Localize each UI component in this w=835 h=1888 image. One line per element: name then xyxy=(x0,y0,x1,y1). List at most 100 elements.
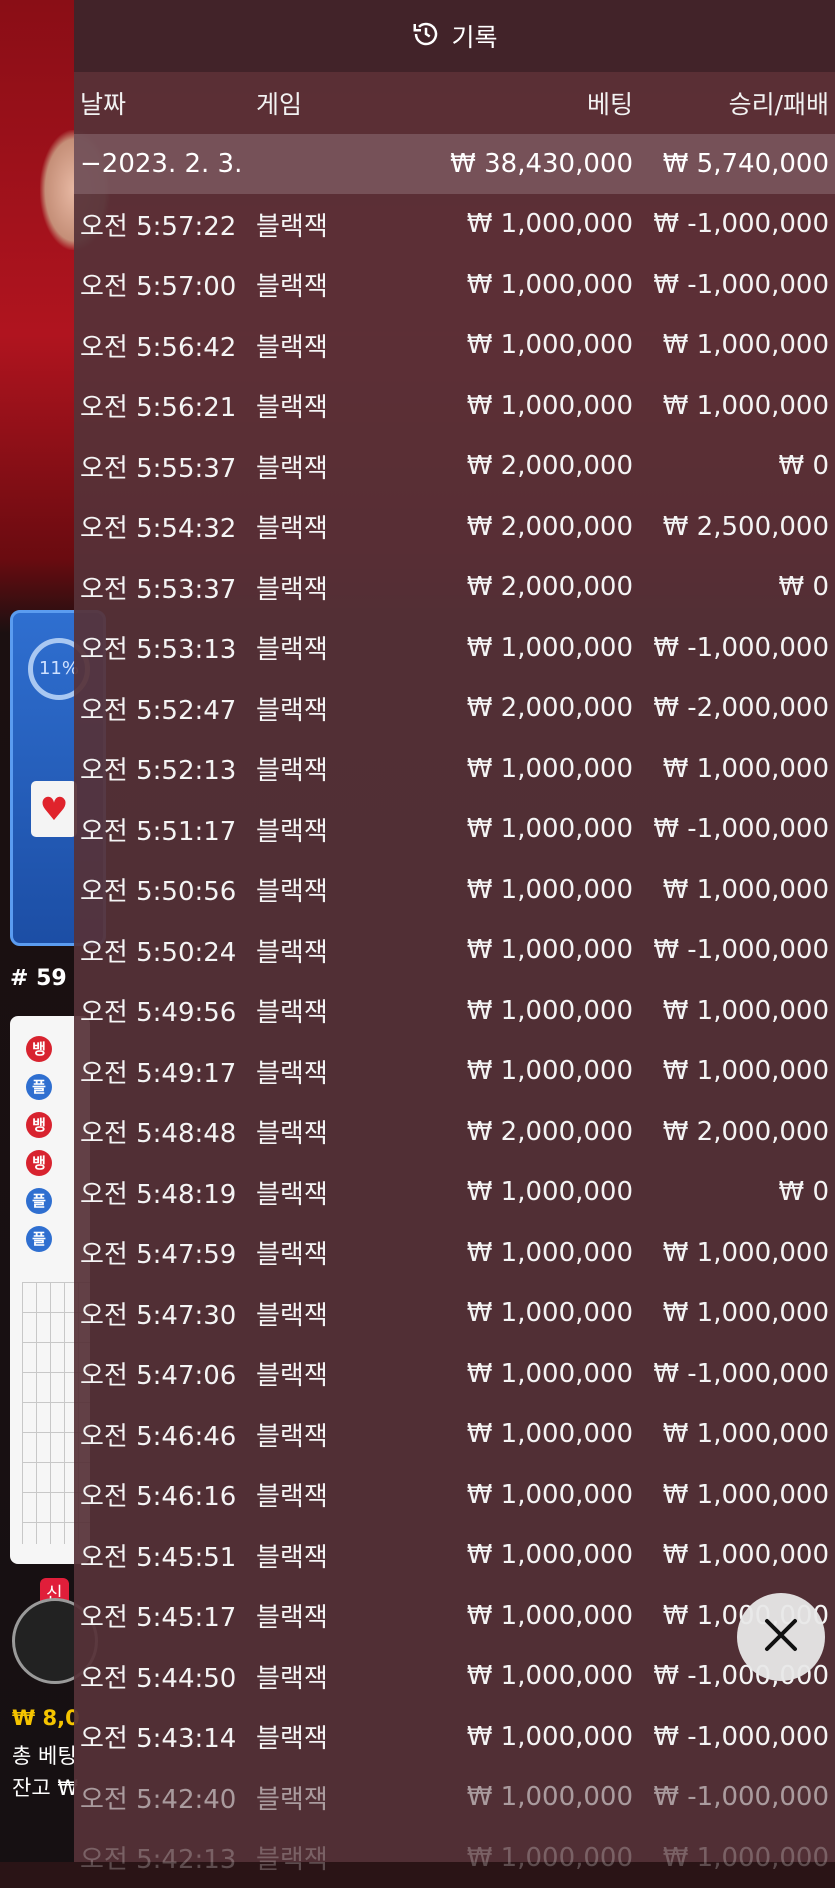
history-row: 오전 5:46:16블랙잭₩ 1,000,000₩ 1,000,000 xyxy=(74,1465,835,1526)
row-bet: ₩ 1,000,000 xyxy=(467,754,633,784)
row-game: 블랙잭 xyxy=(256,1416,328,1453)
history-row: 오전 5:56:42블랙잭₩ 1,000,000₩ 1,000,000 xyxy=(74,315,835,376)
row-time: 오전 5:52:47 xyxy=(80,690,236,727)
row-bet: ₩ 2,000,000 xyxy=(467,451,633,481)
history-row: 오전 5:47:06블랙잭₩ 1,000,000₩ -1,000,000 xyxy=(74,1344,835,1405)
row-bet: ₩ 1,000,000 xyxy=(467,875,633,905)
row-time: 오전 5:50:56 xyxy=(80,871,236,908)
column-game: 게임 xyxy=(256,85,302,121)
history-panel: 기록 날짜 게임 베팅 승리/패배 −2023. 2. 3. ₩ 38,430,… xyxy=(74,0,835,1862)
row-time: 오전 5:42:40 xyxy=(80,1779,236,1816)
row-game: 블랙잭 xyxy=(256,448,328,485)
history-row: 오전 5:54:32블랙잭₩ 2,000,000₩ 2,500,000 xyxy=(74,497,835,558)
row-game: 블랙잭 xyxy=(256,1174,328,1211)
row-result: ₩ 1,000,000 xyxy=(663,996,829,1026)
row-time: 오전 5:51:17 xyxy=(80,811,236,848)
road-player-marker: 플 xyxy=(26,1074,52,1100)
history-row: 오전 5:52:13블랙잭₩ 1,000,000₩ 1,000,000 xyxy=(74,739,835,800)
summary-date: −2023. 2. 3. xyxy=(80,149,242,179)
history-row: 오전 5:42:40블랙잭₩ 1,000,000₩ -1,000,000 xyxy=(74,1767,835,1828)
date-summary-row[interactable]: −2023. 2. 3. ₩ 38,430,000 ₩ 5,740,000 xyxy=(74,134,835,194)
row-bet: ₩ 1,000,000 xyxy=(467,1419,633,1449)
row-result: ₩ 1,000,000 xyxy=(663,1298,829,1328)
row-time: 오전 5:49:56 xyxy=(80,992,236,1029)
row-bet: ₩ 1,000,000 xyxy=(467,1601,633,1631)
total-bet-label: 총 베팅 xyxy=(12,1740,77,1770)
row-result: ₩ -2,000,000 xyxy=(653,693,829,723)
row-bet: ₩ 1,000,000 xyxy=(467,935,633,965)
history-row: 오전 5:50:56블랙잭₩ 1,000,000₩ 1,000,000 xyxy=(74,860,835,921)
row-game: 블랙잭 xyxy=(256,811,328,848)
row-time: 오전 5:47:06 xyxy=(80,1355,236,1392)
row-bet: ₩ 1,000,000 xyxy=(467,633,633,663)
row-result: ₩ 2,500,000 xyxy=(663,512,829,542)
row-bet: ₩ 1,000,000 xyxy=(467,1540,633,1570)
road-player-marker: 플 xyxy=(26,1188,52,1214)
row-result: ₩ 1,000,000 xyxy=(663,1540,829,1570)
row-time: 오전 5:46:16 xyxy=(80,1476,236,1513)
row-bet: ₩ 1,000,000 xyxy=(467,1359,633,1389)
row-bet: ₩ 1,000,000 xyxy=(467,209,633,239)
road-player-marker: 플 xyxy=(26,1226,52,1252)
row-time: 오전 5:54:32 xyxy=(80,508,236,545)
row-bet: ₩ 1,000,000 xyxy=(467,391,633,421)
history-row: 오전 5:42:13블랙잭₩ 1,000,000₩ 1,000,000 xyxy=(74,1828,835,1888)
column-win-loss: 승리/패배 xyxy=(729,85,829,121)
row-game: 블랙잭 xyxy=(256,206,328,243)
row-bet: ₩ 1,000,000 xyxy=(467,1238,633,1268)
row-game: 블랙잭 xyxy=(256,327,328,364)
row-game: 블랙잭 xyxy=(256,1537,328,1574)
row-time: 오전 5:47:59 xyxy=(80,1234,236,1271)
row-bet: ₩ 1,000,000 xyxy=(467,814,633,844)
history-row: 오전 5:49:17블랙잭₩ 1,000,000₩ 1,000,000 xyxy=(74,1041,835,1102)
balance-amount: ₩ 8,0 xyxy=(12,1706,80,1730)
history-row: 오전 5:50:24블랙잭₩ 1,000,000₩ -1,000,000 xyxy=(74,920,835,981)
row-game: 블랙잭 xyxy=(256,690,328,727)
row-result: ₩ 0 xyxy=(778,572,829,602)
row-result: ₩ 1,000,000 xyxy=(663,1480,829,1510)
row-result: ₩ -1,000,000 xyxy=(653,814,829,844)
row-time: 오전 5:53:13 xyxy=(80,629,236,666)
heart-card-icon: ♥ xyxy=(31,781,77,837)
row-result: ₩ -1,000,000 xyxy=(653,1782,829,1812)
row-result: ₩ 0 xyxy=(778,1177,829,1207)
row-time: 오전 5:56:21 xyxy=(80,387,236,424)
row-game: 블랙잭 xyxy=(256,508,328,545)
road-banker-marker: 뱅 xyxy=(26,1150,52,1176)
row-result: ₩ -1,000,000 xyxy=(653,935,829,965)
history-row: 오전 5:46:46 블랙잭 ₩ 1,000,000 ₩ 1,000,000 xyxy=(74,1404,835,1465)
row-game: 블랙잭 xyxy=(256,1295,328,1332)
close-button[interactable] xyxy=(737,1593,825,1681)
row-result: ₩ 1,000,000 xyxy=(663,391,829,421)
history-row: 오전 5:47:30블랙잭₩ 1,000,000₩ 1,000,000 xyxy=(74,1283,835,1344)
row-result: ₩ 2,000,000 xyxy=(663,1117,829,1147)
row-time: 오전 5:52:13 xyxy=(80,750,236,787)
row-bet: ₩ 1,000,000 xyxy=(467,270,633,300)
row-time: 오전 5:57:22 xyxy=(80,206,236,243)
row-time: 오전 5:48:48 xyxy=(80,1113,236,1150)
row-bet: ₩ 1,000,000 xyxy=(467,1782,633,1812)
row-result: ₩ 1,000,000 xyxy=(663,875,829,905)
row-result: ₩ 1,000,000 xyxy=(663,1056,829,1086)
row-result: ₩ 1,000,000 xyxy=(663,1843,829,1873)
row-game: 블랙잭 xyxy=(256,1053,328,1090)
row-result: ₩ 1,000,000 xyxy=(663,1419,829,1449)
history-row: 오전 5:48:19블랙잭₩ 1,000,000₩ 0 xyxy=(74,1162,835,1223)
round-number: # 59 xyxy=(10,966,67,991)
history-row: 오전 5:44:50블랙잭₩ 1,000,000₩ -1,000,000 xyxy=(74,1646,835,1707)
history-row: 오전 5:52:47 블랙잭 ₩ 2,000,000 ₩ -2,000,000 xyxy=(74,678,835,739)
row-time: 오전 5:48:19 xyxy=(80,1174,236,1211)
row-bet: ₩ 2,000,000 xyxy=(467,693,633,723)
row-bet: ₩ 1,000,000 xyxy=(467,1661,633,1691)
row-result: ₩ -1,000,000 xyxy=(653,1722,829,1752)
road-banker-marker: 뱅 xyxy=(26,1112,52,1138)
remaining-balance-label: 잔고 ₩ xyxy=(12,1772,78,1802)
history-row: 오전 5:45:51블랙잭₩ 1,000,000₩ 1,000,000 xyxy=(74,1525,835,1586)
row-time: 오전 5:55:37 xyxy=(80,448,236,485)
row-time: 오전 5:50:24 xyxy=(80,932,236,969)
history-row: 오전 5:48:48블랙잭₩ 2,000,000₩ 2,000,000 xyxy=(74,1102,835,1163)
row-game: 블랙잭 xyxy=(256,1718,328,1755)
history-row: 오전 5:51:17 블랙잭 ₩ 1,000,000 ₩ -1,000,000 xyxy=(74,799,835,860)
row-time: 오전 5:46:46 xyxy=(80,1416,236,1453)
row-result: ₩ -1,000,000 xyxy=(653,270,829,300)
